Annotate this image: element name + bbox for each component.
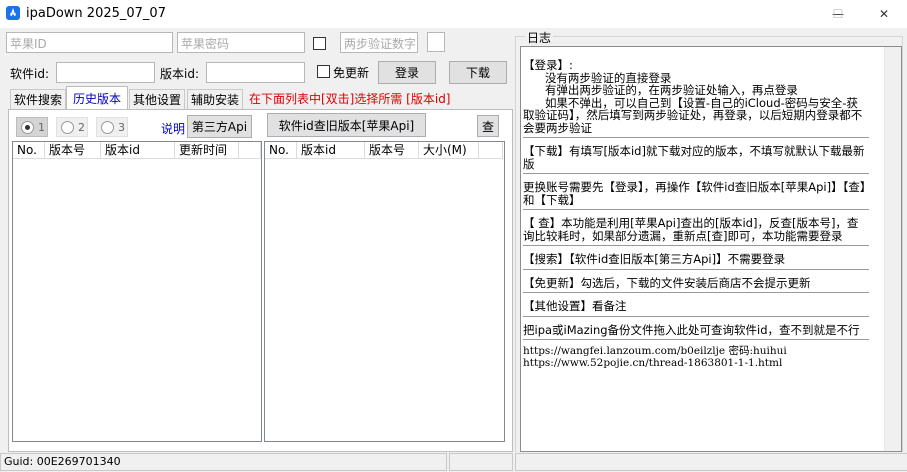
- col-version-id[interactable]: 版本id: [101, 142, 175, 159]
- radio-label-2: 2: [78, 120, 85, 134]
- no-update-checkbox[interactable]: [317, 65, 330, 78]
- tab-software-search[interactable]: 软件搜索: [10, 89, 66, 109]
- hint-text: 在下面列表中[双击]选择所需 [版本id]: [249, 92, 451, 106]
- history-list-right[interactable]: No. 版本id 版本号 大小(M): [264, 141, 505, 442]
- two-step-extra-box[interactable]: [427, 32, 445, 52]
- tab-history-versions[interactable]: 历史版本: [66, 86, 128, 110]
- log-group-title: 日志: [525, 29, 554, 46]
- version-id-label: 版本id:: [160, 67, 199, 81]
- col-update-time[interactable]: 更新时间: [175, 142, 239, 159]
- app-id-label: 软件id:: [10, 67, 49, 81]
- log-paragraph: 【下载】有填写[版本id]就下载对应的版本，不填写就默认下载最新版: [523, 143, 869, 174]
- status-pane-3: [515, 453, 907, 471]
- query-apple-api-button[interactable]: 软件id查旧版本[苹果Api]: [267, 113, 426, 137]
- radio-label-1: 1: [38, 120, 45, 134]
- tab-other-settings[interactable]: 其他设置: [129, 89, 185, 109]
- version-id-input[interactable]: [206, 62, 305, 83]
- apple-password-input[interactable]: 苹果密码: [177, 32, 305, 53]
- col-no[interactable]: No.: [13, 142, 45, 159]
- log-url: https://wangfei.lanzoum.com/b0eilzlje 密码…: [523, 345, 787, 357]
- help-link[interactable]: 说明: [161, 120, 185, 137]
- left-list-header: No. 版本号 版本id 更新时间: [13, 142, 261, 159]
- third-party-api-button[interactable]: 第三方Api: [187, 115, 252, 138]
- maximize-button: ☐: [832, 7, 844, 21]
- log-content: 【登录】: 没有两步验证的直接登录 有弹出两步验证的，在两步验证处输入，再点登录…: [523, 57, 869, 369]
- apple-id-input[interactable]: 苹果ID: [6, 32, 173, 53]
- log-paragraph: 【其他设置】看备注: [523, 298, 869, 317]
- show-password-checkbox[interactable]: [313, 37, 326, 50]
- col-version-right[interactable]: 版本号: [365, 142, 419, 159]
- close-button[interactable]: ✕: [861, 0, 907, 28]
- log-paragraph: 更换账号需要先【登录】，再操作【软件id查旧版本[苹果Api]】【查】和【下载】: [523, 179, 869, 210]
- col-spare-right: [479, 142, 503, 159]
- tab-install-helper[interactable]: 辅助安装: [187, 89, 243, 109]
- col-version-id-right[interactable]: 版本id: [297, 142, 365, 159]
- log-paragraph: 【登录】: 没有两步验证的直接登录 有弹出两步验证的，在两步验证处输入，再点登录…: [523, 57, 869, 138]
- guid-status: Guid: 00E269701340: [0, 453, 447, 471]
- col-version[interactable]: 版本号: [45, 142, 101, 159]
- radio-label-3: 3: [118, 120, 125, 134]
- col-spare: [239, 142, 261, 159]
- radio-dot-3: [101, 120, 114, 134]
- app-id-input[interactable]: [56, 62, 155, 83]
- log-paragraph: 【搜索】【软件id查旧版本[第三方Api]】不需要登录: [523, 251, 869, 270]
- app-store-icon: [6, 6, 20, 20]
- log-paragraph: 把ipa或iMazing备份文件拖入此处可查询软件id，查不到就是不行: [523, 322, 869, 340]
- download-button[interactable]: 下载: [449, 61, 507, 84]
- radio-option-2[interactable]: 2: [56, 117, 88, 137]
- col-size-right[interactable]: 大小(M): [419, 142, 479, 159]
- no-update-label: 免更新: [333, 66, 370, 80]
- log-paragraph: 【 查】本功能是利用[苹果Api]查出的[版本id]，反查[版本号]，查询比较耗…: [523, 215, 869, 246]
- history-list-left[interactable]: No. 版本号 版本id 更新时间: [12, 141, 262, 442]
- window-title: ipaDown 2025_07_07: [26, 6, 166, 21]
- two-step-code-input[interactable]: 两步验证数字: [340, 32, 418, 53]
- radio-dot-1: [21, 120, 34, 134]
- right-list-header: No. 版本id 版本号 大小(M): [265, 142, 503, 159]
- login-button[interactable]: 登录: [378, 61, 436, 84]
- check-button[interactable]: 查: [477, 115, 499, 137]
- radio-dot-2: [61, 120, 74, 134]
- status-pane-2: [449, 453, 513, 471]
- log-paragraph: 【免更新】勾选后，下载的文件安装后商店不会提示更新: [523, 275, 869, 293]
- log-scrollbar[interactable]: [884, 47, 901, 451]
- radio-option-3[interactable]: 3: [96, 117, 128, 137]
- col-no-right[interactable]: No.: [265, 142, 297, 159]
- log-url: https://www.52pojie.cn/thread-1863801-1-…: [523, 357, 783, 369]
- log-textbox[interactable]: 【登录】: 没有两步验证的直接登录 有弹出两步验证的，在两步验证处输入，再点登录…: [520, 46, 902, 452]
- radio-option-1[interactable]: 1: [16, 117, 48, 137]
